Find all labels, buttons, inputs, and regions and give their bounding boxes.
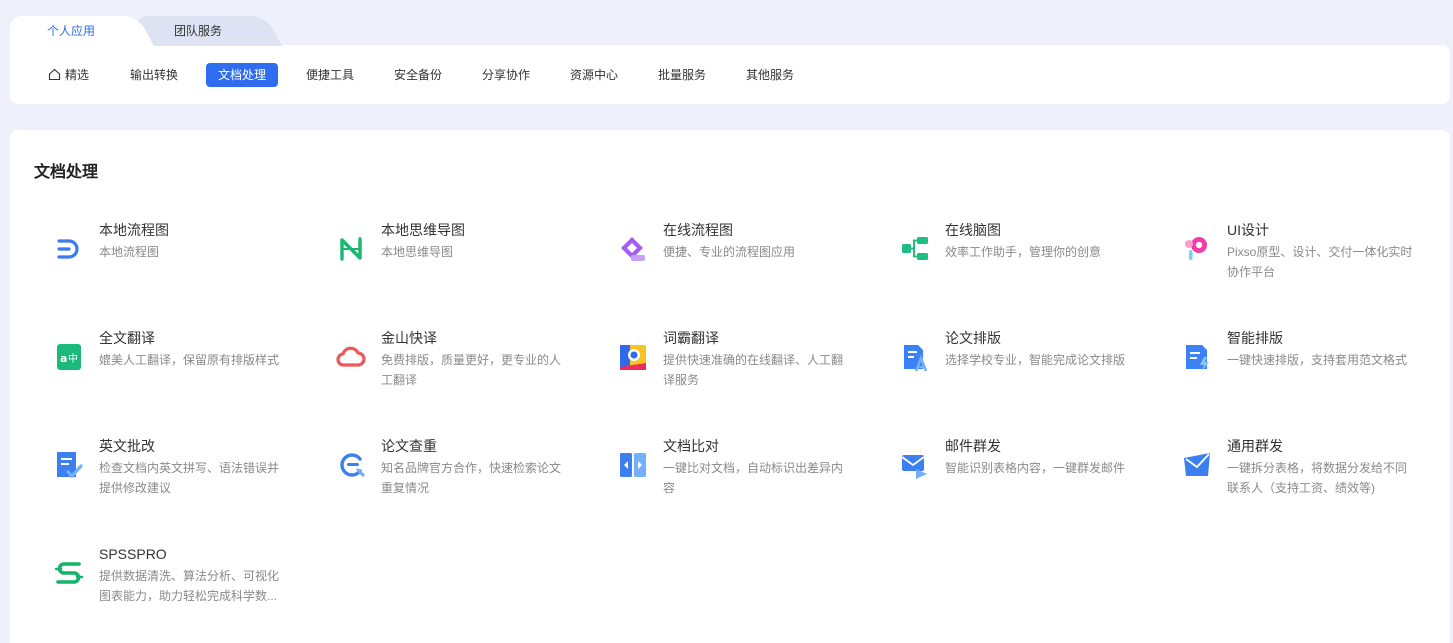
app-desc: 选择学校专业，智能完成论文排版: [945, 353, 1126, 367]
nav-item-resource-center[interactable]: 资源中心: [558, 63, 630, 87]
app-desc: 一键比对文档，自动标识出差异内容: [663, 461, 844, 495]
app-desc: 检查文档内英文拼写、语法错误并提供修改建议: [99, 461, 280, 495]
nav-item-batch-services[interactable]: 批量服务: [646, 63, 718, 87]
app-desc: 智能识别表格内容，一键群发邮件: [945, 461, 1126, 475]
nav-item-label: 便捷工具: [306, 68, 355, 82]
app-name: 文档比对: [663, 438, 719, 454]
general-send-icon: [1182, 450, 1212, 480]
app-name: SPSSPRO: [99, 546, 167, 562]
local-mindmap-icon: [336, 234, 366, 264]
smart-format-icon: [1182, 342, 1212, 372]
app-desc: Pixso原型、设计、交付一体化实时协作平台: [1227, 245, 1413, 279]
app-iciba-translate[interactable]: 词霸翻译 提供快速准确的在线翻译、人工翻译服务: [600, 328, 870, 418]
online-flowchart-icon: [618, 234, 648, 264]
app-desc: 便捷、专业的流程图应用: [663, 245, 796, 259]
tab-team-services-label: 团队服务: [173, 24, 222, 38]
section-title: 文档处理: [34, 164, 99, 181]
home-icon: [48, 65, 61, 89]
category-nav: 精选 输出转换 文档处理 便捷工具 安全备份 分享协作 资源中心 批量服务 其他…: [10, 45, 1450, 104]
app-ui-design[interactable]: UI设计 Pixso原型、设计、交付一体化实时协作平台: [1164, 220, 1434, 310]
nav-item-label: 批量服务: [658, 68, 707, 82]
app-name: 在线流程图: [663, 222, 733, 238]
english-correction-icon: [54, 450, 84, 480]
app-local-flowchart[interactable]: 本地流程图 本地流程图: [36, 220, 306, 310]
app-general-send[interactable]: 通用群发 一键拆分表格，将数据分发给不同联系人（支持工资、绩效等): [1164, 436, 1434, 526]
nav-item-label: 其他服务: [746, 68, 795, 82]
app-name: 本地思维导图: [381, 222, 465, 238]
app-desc: 提供数据清洗、算法分析、可视化图表能力，助力轻松完成科学数...: [99, 569, 280, 603]
app-full-translate[interactable]: a 中 全文翻译 媲美人工翻译，保留原有排版样式: [36, 328, 306, 418]
app-name: 英文批改: [99, 438, 155, 454]
app-name: 全文翻译: [99, 330, 155, 346]
nav-item-security-backup[interactable]: 安全备份: [382, 63, 454, 87]
app-desc: 一键拆分表格，将数据分发给不同联系人（支持工资、绩效等): [1227, 461, 1408, 495]
app-plagiarism-check[interactable]: 论文查重 知名品牌官方合作，快速检索论文重复情况: [318, 436, 588, 526]
app-spsspro[interactable]: SPSSPRO 提供数据清洗、算法分析、可视化图表能力，助力轻松完成科学数...: [36, 544, 306, 634]
nav-item-label: 文档处理: [218, 68, 267, 82]
app-local-mindmap[interactable]: 本地思维导图 本地思维导图: [318, 220, 588, 310]
nav-item-document-processing[interactable]: 文档处理: [206, 63, 279, 87]
app-thesis-format[interactable]: 论文排版 选择学校专业，智能完成论文排版: [882, 328, 1152, 418]
thesis-format-icon: [900, 342, 930, 372]
nav-item-output-convert[interactable]: 输出转换: [118, 63, 190, 87]
nav-item-label: 分享协作: [482, 68, 531, 82]
app-panel: 文档处理 本地流程图 本地流程图 本地思维导图 本地思维导图 在线流程图 便捷、…: [10, 130, 1450, 643]
plagiarism-check-icon: [336, 450, 366, 480]
mail-merge-icon: [900, 450, 930, 480]
app-smart-format[interactable]: 智能排版 一键快速排版，支持套用范文格式: [1164, 328, 1434, 418]
iciba-translate-icon: [618, 342, 648, 372]
app-name: UI设计: [1227, 222, 1269, 238]
app-name: 论文查重: [381, 438, 437, 454]
nav-item-label: 安全备份: [394, 68, 443, 82]
doc-compare-icon: [618, 450, 648, 480]
app-name: 论文排版: [945, 330, 1001, 346]
app-desc: 媲美人工翻译，保留原有排版样式: [99, 353, 280, 367]
nav-item-featured-label: 精选: [65, 68, 90, 82]
app-desc: 提供快速准确的在线翻译、人工翻译服务: [663, 353, 844, 387]
app-online-flowchart[interactable]: 在线流程图 便捷、专业的流程图应用: [600, 220, 870, 310]
app-name: 本地流程图: [99, 222, 169, 238]
app-desc: 效率工作助手，管理你的创意: [945, 245, 1102, 259]
app-online-mindmap[interactable]: 在线脑图 效率工作助手，管理你的创意: [882, 220, 1152, 310]
svg-text:a: a: [60, 352, 67, 365]
app-mail-merge[interactable]: 邮件群发 智能识别表格内容，一键群发邮件: [882, 436, 1152, 526]
tab-personal-apps-label: 个人应用: [46, 24, 95, 38]
ui-design-icon: [1182, 234, 1212, 264]
nav-item-convenient-tools[interactable]: 便捷工具: [294, 63, 366, 87]
app-kingsoft-translate[interactable]: 金山快译 免费排版，质量更好，更专业的人工翻译: [318, 328, 588, 418]
svg-text:中: 中: [68, 352, 78, 365]
nav-item-featured[interactable]: 精选: [36, 63, 101, 87]
tab-personal-apps[interactable]: 个人应用: [10, 16, 132, 46]
app-name: 金山快译: [381, 330, 437, 346]
spsspro-icon: [54, 558, 84, 588]
app-name: 邮件群发: [945, 438, 1001, 454]
app-desc: 免费排版，质量更好，更专业的人工翻译: [381, 353, 562, 387]
app-desc: 知名品牌官方合作，快速检索论文重复情况: [381, 461, 562, 495]
app-name: 在线脑图: [945, 222, 1001, 238]
app-desc: 本地流程图: [99, 245, 160, 259]
app-name: 通用群发: [1227, 438, 1283, 454]
online-mindmap-icon: [900, 234, 930, 264]
nav-item-label: 输出转换: [130, 68, 179, 82]
top-tabs: 个人应用 团队服务: [10, 16, 430, 46]
local-flowchart-icon: [54, 234, 84, 264]
nav-item-share-collab[interactable]: 分享协作: [470, 63, 542, 87]
app-name: 智能排版: [1227, 330, 1283, 346]
app-desc: 本地思维导图: [381, 245, 454, 259]
app-name: 词霸翻译: [663, 330, 719, 346]
nav-item-label: 资源中心: [570, 68, 619, 82]
tab-team-services[interactable]: 团队服务: [136, 16, 260, 46]
full-translate-icon: a 中: [54, 342, 84, 372]
app-english-correction[interactable]: 英文批改 检查文档内英文拼写、语法错误并提供修改建议: [36, 436, 306, 526]
kingsoft-translate-icon: [336, 342, 366, 372]
nav-item-other-services[interactable]: 其他服务: [734, 63, 806, 87]
app-desc: 一键快速排版，支持套用范文格式: [1227, 353, 1408, 367]
app-doc-compare[interactable]: 文档比对 一键比对文档，自动标识出差异内容: [600, 436, 870, 526]
